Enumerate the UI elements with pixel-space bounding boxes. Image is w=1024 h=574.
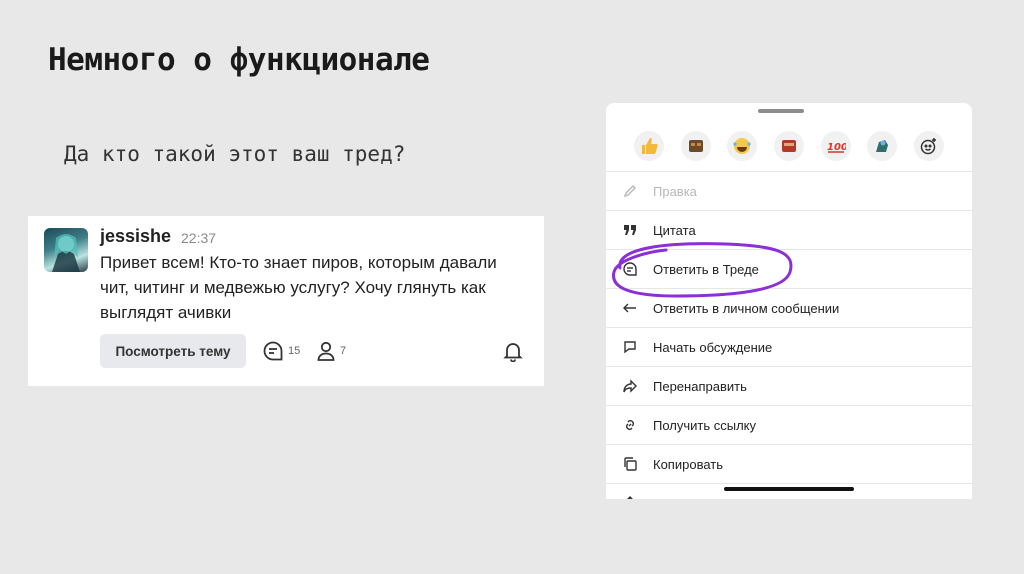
replies-count: 15 bbox=[288, 345, 301, 357]
members-stat[interactable]: 7 bbox=[316, 340, 346, 362]
copy-icon bbox=[624, 457, 637, 471]
menu-item-label: Ответить в Треде bbox=[653, 261, 759, 277]
discussion-icon bbox=[624, 341, 636, 354]
menu-item-reply-in-dm[interactable]: Ответить в личном сообщении bbox=[606, 288, 972, 327]
thread-replies-icon bbox=[262, 340, 284, 362]
add-reaction-icon[interactable] bbox=[913, 131, 944, 161]
quote-icon bbox=[624, 225, 636, 235]
menu-item-label: Цитата bbox=[653, 222, 696, 238]
hundred-points-icon[interactable]: 100 bbox=[820, 131, 851, 161]
forward-icon bbox=[623, 379, 637, 393]
menu-item-label: Правка bbox=[653, 183, 697, 199]
menu-item-forward[interactable]: Перенаправить bbox=[606, 366, 972, 405]
home-indicator bbox=[724, 487, 854, 491]
reaction-bar: 100 bbox=[606, 123, 972, 169]
thumbs-up-icon[interactable] bbox=[634, 131, 665, 161]
menu-item-quote[interactable]: Цитата bbox=[606, 210, 972, 249]
brown-emoji-icon[interactable] bbox=[680, 131, 711, 161]
message-text: Привет всем! Кто-то знает пиров, которым… bbox=[100, 253, 497, 322]
message-author[interactable]: jessishe bbox=[100, 226, 171, 247]
thread-icon bbox=[623, 262, 637, 276]
context-menu: Правка Цитата Ответить в Треде Ответить … bbox=[606, 171, 972, 499]
menu-item-label: Ответить в личном сообщении bbox=[653, 300, 840, 316]
menu-item-reply-in-thread[interactable]: Ответить в Треде bbox=[606, 249, 972, 288]
members-count: 7 bbox=[340, 345, 347, 357]
drag-handle[interactable] bbox=[758, 109, 804, 113]
view-thread-button[interactable]: Посмотреть тему bbox=[100, 334, 246, 368]
avatar[interactable] bbox=[44, 228, 88, 272]
message-time: 22:37 bbox=[181, 230, 217, 246]
link-icon bbox=[626, 420, 634, 430]
message-card: jessishe 22:37 Привет всем! Кто-то знает… bbox=[28, 216, 544, 386]
reply-arrow-icon bbox=[623, 303, 636, 313]
red-emoji-icon[interactable] bbox=[773, 131, 804, 161]
menu-item-label: Начать обсуждение bbox=[653, 339, 773, 355]
menu-item-start-discussion[interactable]: Начать обсуждение bbox=[606, 327, 972, 366]
menu-item-edit: Правка bbox=[606, 171, 972, 210]
replies-stat[interactable]: 15 bbox=[262, 340, 300, 362]
upload-icon bbox=[627, 496, 633, 499]
menu-item-copy[interactable]: Копировать bbox=[606, 444, 972, 483]
slide-subtitle: Да кто такой этот ваш тред? bbox=[64, 142, 406, 166]
laughing-tears-icon[interactable] bbox=[727, 131, 758, 161]
pencil-icon bbox=[623, 185, 636, 198]
person-icon bbox=[316, 340, 336, 362]
menu-item-label: Перенаправить bbox=[653, 378, 747, 394]
menu-item-get-link[interactable]: Получить ссылку bbox=[606, 405, 972, 444]
slide-title: Немного о функционале bbox=[48, 42, 430, 78]
blue-green-emoji-icon[interactable] bbox=[867, 131, 898, 161]
mobile-context-sheet: 100 Правка Цитата Ответить в Треде Ответ… bbox=[606, 103, 972, 499]
menu-item-label: Копировать bbox=[653, 456, 723, 472]
bell-icon[interactable] bbox=[502, 340, 524, 367]
menu-item-partial[interactable] bbox=[606, 483, 972, 499]
menu-item-label: Получить ссылку bbox=[653, 417, 757, 433]
